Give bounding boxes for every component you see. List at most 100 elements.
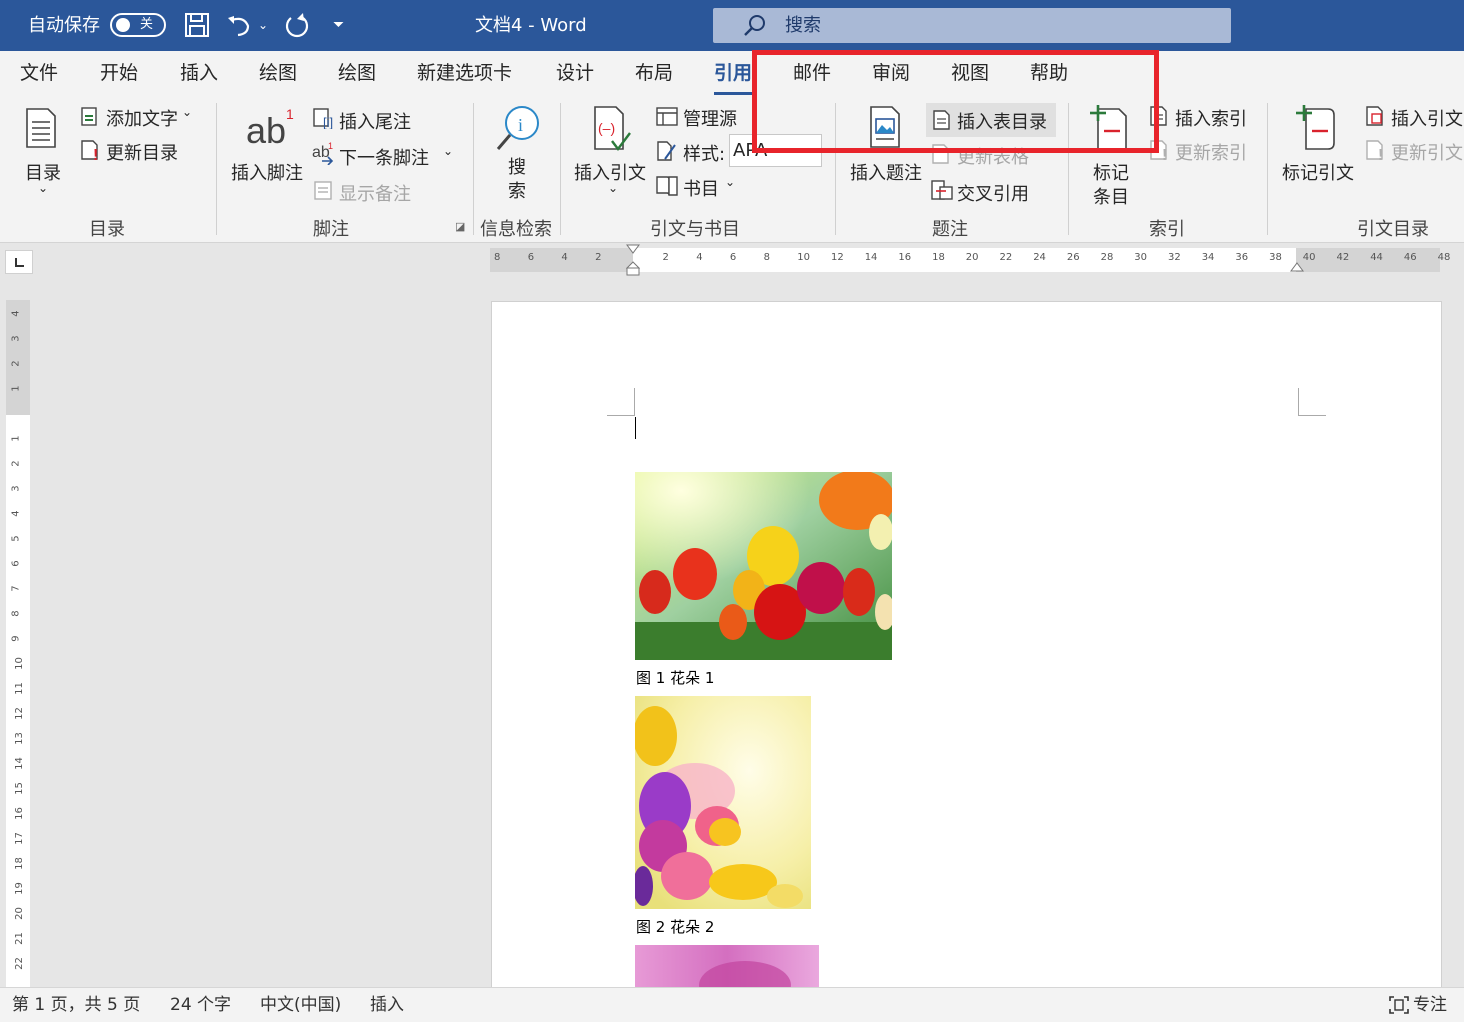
flower-image-2[interactable]	[635, 696, 811, 909]
vertical-ruler-label: 20	[13, 907, 25, 920]
ruler-label: 36	[1235, 252, 1249, 263]
search-research-button[interactable]: i 搜 索	[490, 103, 546, 203]
redo-icon[interactable]	[283, 12, 311, 40]
left-tab-icon	[15, 258, 24, 267]
svg-text:!: !	[93, 147, 98, 161]
insert-endnote-button[interactable]: 插入尾注	[339, 108, 411, 134]
bibliography-icon	[656, 176, 678, 196]
vertical-ruler-label: 22	[13, 957, 25, 970]
vertical-ruler-label: 11	[13, 682, 25, 695]
vertical-ruler-label: 1	[10, 385, 22, 392]
word-count[interactable]: 24 个字	[170, 988, 231, 1022]
insert-footnote-label: 插入脚注	[231, 163, 303, 184]
page-count[interactable]: 第 1 页，共 5 页	[12, 988, 140, 1022]
vertical-ruler-label: 2	[10, 360, 22, 367]
next-footnote-dropdown-icon[interactable]: ⌄	[443, 144, 453, 158]
customize-toolbar-icon[interactable]: ⏷	[333, 0, 344, 51]
update-toa-button[interactable]: 更新引文	[1391, 139, 1463, 165]
manage-sources-button[interactable]: 管理源	[683, 105, 737, 131]
research-label-2: 索	[508, 181, 526, 202]
undo-icon[interactable]	[226, 12, 254, 38]
right-indent-marker-icon[interactable]	[1290, 262, 1304, 274]
group-divider	[560, 103, 561, 235]
ruler-right-margin	[1296, 248, 1440, 272]
group-divider	[216, 103, 217, 235]
update-toc-button[interactable]: 更新目录	[106, 139, 178, 165]
tab-insert[interactable]: 插入	[180, 51, 218, 97]
autosave-toggle[interactable]: 关	[110, 13, 166, 37]
mark-citation-label: 标记引文	[1282, 163, 1354, 184]
next-footnote-icon: ab 1	[312, 141, 334, 165]
vertical-ruler-label: 4	[10, 310, 22, 317]
ruler-label: 4	[696, 252, 703, 263]
margin-corner-top-right	[1298, 388, 1326, 416]
ruler-label: 38	[1269, 252, 1282, 263]
insert-citation-button[interactable]: (–) 插入引文 ⌄	[570, 103, 650, 203]
ruler-label: 22	[999, 252, 1013, 263]
highlight-box	[752, 50, 1159, 153]
show-notes-button[interactable]: 显示备注	[339, 180, 411, 206]
research-label-1: 搜	[508, 157, 526, 178]
cross-reference-icon	[931, 180, 953, 200]
indent-marker-icon[interactable]	[626, 244, 640, 278]
update-index-button[interactable]: 更新索引	[1175, 139, 1247, 165]
svg-text:1: 1	[286, 106, 294, 122]
undo-dropdown-icon[interactable]: ⌄	[258, 0, 268, 51]
svg-text:!: !	[1378, 147, 1383, 161]
insert-index-button[interactable]: 插入索引	[1175, 105, 1247, 131]
style-icon	[657, 141, 676, 161]
bibliography-dropdown-icon[interactable]: ⌄	[725, 175, 735, 189]
mark-citation-button[interactable]: 标记引文	[1278, 103, 1358, 203]
horizontal-ruler[interactable]: 8 6 4 2 2 4 6 8 10 12 14 16 18 20 22 24 26 28 30 32 34 36 38 40…	[490, 244, 1450, 276]
add-text-button[interactable]: 添加文字	[106, 105, 178, 131]
insert-mode[interactable]: 插入	[370, 988, 404, 1022]
insert-toa-button[interactable]: 插入引文	[1391, 105, 1463, 131]
ruler-label: 46	[1403, 252, 1417, 263]
update-toa-icon: !	[1366, 140, 1383, 161]
flower-image-1[interactable]	[635, 472, 892, 660]
document-page[interactable]: 图 1 花朵 1 图 2 花朵 2	[491, 301, 1442, 992]
vertical-ruler-label: 18	[13, 857, 25, 870]
language-indicator[interactable]: 中文(中国)	[260, 988, 341, 1022]
toa-group-label: 引文目录	[1357, 219, 1429, 240]
footnote-dialog-launcher-icon[interactable]: ◪	[455, 220, 465, 233]
mark-entry-label-1: 标记	[1093, 163, 1129, 184]
vertical-ruler-label: 7	[10, 585, 22, 592]
autosave-label: 自动保存	[28, 15, 100, 36]
tab-file[interactable]: 文件	[20, 51, 58, 97]
ruler-label: 24	[1033, 252, 1046, 263]
bibliography-button[interactable]: 书目	[683, 175, 719, 201]
focus-mode[interactable]: 专注	[1413, 988, 1447, 1022]
flower-image-3[interactable]	[635, 945, 819, 992]
toc-group-label: 目录	[89, 219, 125, 240]
focus-icon[interactable]	[1388, 995, 1410, 1015]
vertical-ruler[interactable]: 4 3 2 1 1 2 3 4 5 6 7 8 9 10 11 12 13 14 15 16 17 18 19 20 21 22	[6, 300, 30, 990]
vertical-ruler-label: 2	[10, 460, 22, 467]
captions-group-label: 题注	[932, 219, 968, 240]
tab-new-tab[interactable]: 新建选项卡	[417, 51, 512, 97]
add-text-dropdown-icon[interactable]: ⌄	[182, 105, 192, 119]
ruler-top-margin	[6, 300, 30, 415]
tab-references[interactable]: 引用	[714, 51, 753, 97]
autosave-state: 关	[140, 17, 154, 32]
tab-draw[interactable]: 绘图	[259, 51, 297, 97]
save-icon[interactable]	[184, 12, 210, 38]
tab-layout[interactable]: 布局	[635, 51, 673, 97]
vertical-ruler-label: 12	[13, 707, 25, 720]
ruler-label: 32	[1168, 252, 1181, 263]
tab-draw-2[interactable]: 绘图	[338, 51, 376, 97]
group-divider	[1267, 103, 1268, 235]
toc-button[interactable]: 目录 ⌄	[14, 103, 74, 203]
tab-selector[interactable]	[5, 250, 33, 274]
margin-corner-top-left	[607, 388, 635, 416]
insert-footnote-button[interactable]: ab 1 插入脚注	[226, 103, 310, 203]
tab-design[interactable]: 设计	[556, 51, 594, 97]
tab-home[interactable]: 开始	[100, 51, 138, 97]
next-footnote-button[interactable]: 下一条脚注	[339, 144, 429, 170]
style-label: 样式:	[683, 144, 726, 165]
ruler-label: 4	[561, 252, 568, 263]
search-box[interactable]: 搜索	[713, 8, 1231, 43]
insert-toa-icon	[1366, 106, 1383, 126]
mark-entry-label-2: 条目	[1093, 187, 1129, 208]
cross-reference-button[interactable]: 交叉引用	[957, 180, 1029, 206]
